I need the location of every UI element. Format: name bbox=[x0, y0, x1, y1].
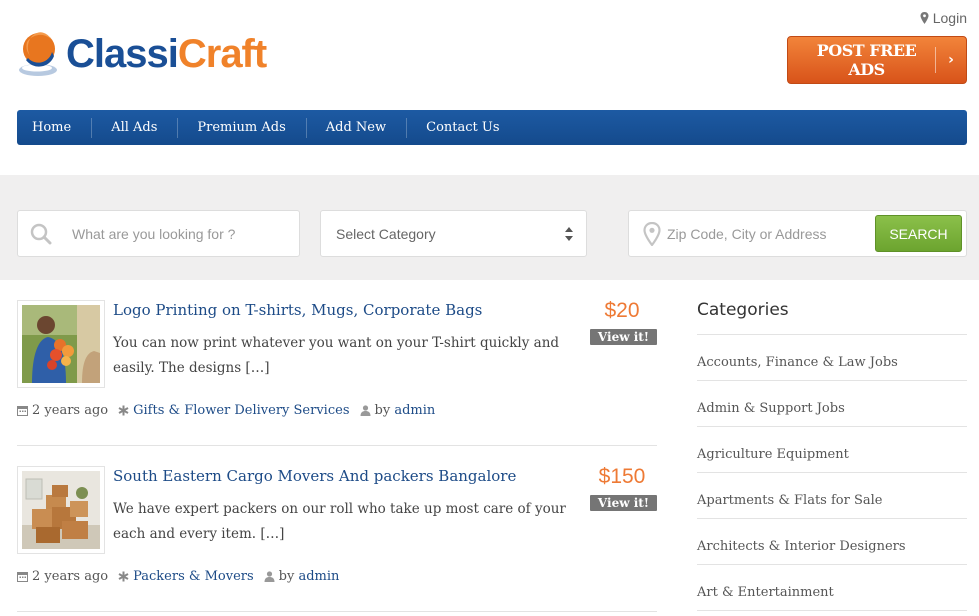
search-bar: Select Category SEARCH bbox=[0, 175, 979, 280]
chevron-right-icon: › bbox=[948, 52, 954, 68]
category-item[interactable]: Apartments & Flats for Sale bbox=[697, 473, 967, 519]
listing-date: 2 years ago bbox=[17, 569, 108, 584]
divider bbox=[17, 611, 657, 612]
keyword-input[interactable] bbox=[72, 225, 272, 242]
post-free-ads-button[interactable]: POST FREE ADS › bbox=[787, 36, 967, 84]
main-nav: Home All Ads Premium Ads Add New Contact… bbox=[17, 110, 967, 145]
listing-thumbnail[interactable] bbox=[17, 300, 105, 388]
listing-date-label: 2 years ago bbox=[32, 569, 109, 584]
listing-category-link[interactable]: Gifts & Flower Delivery Services bbox=[133, 403, 349, 418]
categories-sidebar: Categories Accounts, Finance & Law Jobs … bbox=[697, 300, 967, 611]
category-item[interactable]: Architects & Interior Designers bbox=[697, 519, 967, 565]
author-link[interactable]: admin bbox=[298, 569, 339, 584]
listing-price: $150 bbox=[598, 465, 646, 488]
listing-price: $20 bbox=[604, 299, 640, 322]
nav-item-all-ads[interactable]: All Ads bbox=[91, 118, 177, 138]
listing-date-label: 2 years ago bbox=[32, 403, 109, 418]
category-select-value: Select Category bbox=[336, 225, 436, 242]
location-field: SEARCH bbox=[628, 210, 967, 257]
listing-title[interactable]: Logo Printing on T-shirts, Mugs, Corpora… bbox=[113, 301, 482, 319]
listing-title[interactable]: South Eastern Cargo Movers And packers B… bbox=[113, 467, 516, 485]
logo-text: ClassiCraft bbox=[66, 32, 267, 76]
nav-item-contact-us[interactable]: Contact Us bbox=[406, 118, 519, 138]
category-item[interactable]: Admin & Support Jobs bbox=[697, 381, 967, 427]
listing-thumbnail[interactable] bbox=[17, 466, 105, 554]
calendar-icon bbox=[17, 572, 28, 582]
calendar-icon bbox=[17, 406, 28, 416]
logo-mark-icon bbox=[19, 32, 57, 76]
listing-date: 2 years ago bbox=[17, 403, 108, 418]
post-free-ads-label: POST FREE ADS bbox=[816, 41, 917, 79]
category-item[interactable]: Accounts, Finance & Law Jobs bbox=[697, 335, 967, 381]
cardboard-boxes-photo-icon bbox=[22, 471, 100, 549]
login-link[interactable]: Login bbox=[920, 10, 967, 26]
nav-item-add-new[interactable]: Add New bbox=[305, 118, 406, 138]
by-label: by bbox=[374, 403, 391, 418]
view-it-button[interactable]: View it! bbox=[590, 329, 657, 345]
search-button[interactable]: SEARCH bbox=[875, 215, 962, 252]
sort-arrows-icon bbox=[565, 226, 573, 241]
listing-meta: 2 years ago Gifts & Flower Delivery Serv… bbox=[17, 403, 445, 418]
listing-author: by admin bbox=[360, 403, 435, 418]
flower-delivery-photo-icon bbox=[22, 305, 100, 383]
nav-item-premium-ads[interactable]: Premium Ads bbox=[177, 118, 305, 138]
listing-item: South Eastern Cargo Movers And packers B… bbox=[17, 465, 657, 612]
user-icon bbox=[360, 405, 370, 416]
keyword-field bbox=[17, 210, 300, 257]
site-logo[interactable]: ClassiCraft bbox=[18, 30, 267, 78]
asterisk-icon bbox=[118, 405, 129, 416]
listing-category: Gifts & Flower Delivery Services bbox=[118, 403, 350, 418]
listing-category-link[interactable]: Packers & Movers bbox=[133, 569, 254, 584]
sidebar-title: Categories bbox=[697, 300, 967, 335]
login-label: Login bbox=[932, 10, 967, 26]
map-pin-icon bbox=[920, 12, 929, 24]
listing-description: We have expert packers on our roll who t… bbox=[113, 501, 566, 542]
listing-meta: 2 years ago Packers & Movers by admin bbox=[17, 569, 349, 584]
divider bbox=[17, 445, 657, 446]
category-item[interactable]: Art & Entertainment bbox=[697, 565, 967, 611]
category-item[interactable]: Agriculture Equipment bbox=[697, 427, 967, 473]
logo-text-classi: Classi bbox=[66, 32, 179, 76]
view-it-button[interactable]: View it! bbox=[590, 495, 657, 511]
asterisk-icon bbox=[118, 571, 129, 582]
listing-description: You can now print whatever you want on y… bbox=[113, 335, 560, 376]
logo-text-craft: Craft bbox=[177, 32, 267, 76]
location-pin-icon bbox=[643, 221, 661, 246]
listing-author: by admin bbox=[264, 569, 339, 584]
author-link[interactable]: admin bbox=[394, 403, 435, 418]
location-input[interactable] bbox=[667, 225, 867, 242]
by-label: by bbox=[278, 569, 295, 584]
search-icon bbox=[30, 223, 52, 244]
nav-item-home[interactable]: Home bbox=[17, 120, 91, 135]
listing-category: Packers & Movers bbox=[118, 569, 254, 584]
listing-item: Logo Printing on T-shirts, Mugs, Corpora… bbox=[17, 299, 657, 446]
user-icon bbox=[264, 571, 275, 582]
category-select[interactable]: Select Category bbox=[320, 210, 587, 257]
